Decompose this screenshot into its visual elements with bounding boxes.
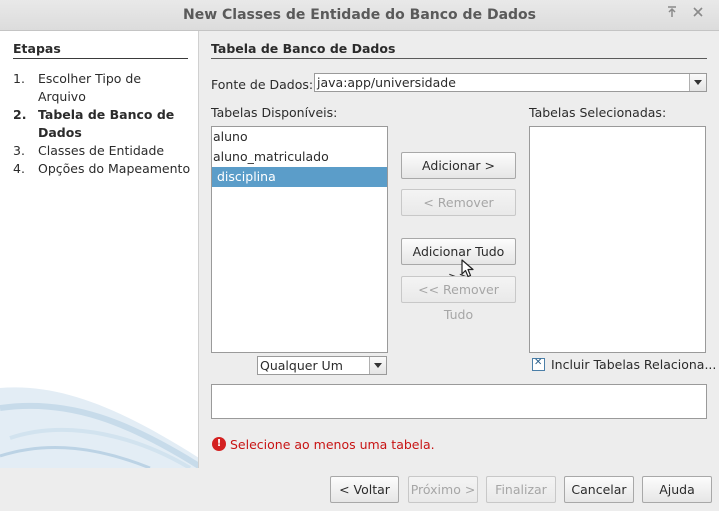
section-title: Tabela de Banco de Dados [211,41,396,56]
pin-icon[interactable] [663,6,681,24]
available-tables-label: Tabelas Disponíveis: [211,105,338,120]
error-icon: ! [212,437,226,451]
step-item-current: 2. Tabela de Banco de Dados [13,106,191,142]
main-panel: Tabela de Banco de Dados Fonte de Dados:… [199,31,719,511]
chevron-down-icon[interactable] [689,74,706,91]
mouse-cursor-icon [461,259,474,278]
window-title: New Classes de Entidade do Banco de Dado… [182,7,536,23]
finish-button[interactable]: Finalizar [486,476,556,503]
step-number: 3. [13,143,25,158]
available-tables-list[interactable]: aluno aluno_matriculado disciplina [211,126,388,353]
steps-list: 1. Escolher Tipo de Arquivo 2. Tabela de B… [13,70,191,178]
step-number: 1. [13,71,25,86]
datasource-value: java:app/universidade [317,75,456,90]
help-button[interactable]: Ajuda [642,476,712,503]
filter-value: Qualquer Um [260,358,343,373]
datasource-label: Fonte de Dados: [211,77,314,92]
step-number: 2. [13,107,27,122]
list-item-selected[interactable]: disciplina [212,167,387,187]
steps-heading: Etapas [13,41,61,56]
decorative-swoosh [0,387,198,468]
remove-all-button[interactable]: << Remover Tudo [401,276,516,322]
selected-tables-list[interactable] [529,126,706,353]
back-button[interactable]: < Voltar [330,476,399,503]
close-icon[interactable] [689,6,707,24]
include-related-checkbox[interactable] [532,357,545,371]
error-message: Selecione ao menos uma tabela. [230,437,435,452]
step-number: 4. [13,161,25,176]
step-label: Escolher Tipo de Arquivo [38,71,142,104]
chevron-down-icon[interactable] [369,357,386,374]
list-item[interactable]: aluno [212,127,387,147]
message-area [211,384,707,419]
section-divider [211,58,707,59]
steps-panel: Etapas 1. Escolher Tipo de Arquivo 2. Tabe… [0,31,199,468]
include-related-label[interactable]: Incluir Tabelas Relaciona... [551,357,716,372]
next-button[interactable]: Próximo > [408,476,478,503]
cancel-button[interactable]: Cancelar [564,476,634,503]
step-label: Classes de Entidade [38,143,165,158]
title-bar: New Classes de Entidade do Banco de Dado… [0,0,719,31]
datasource-combo[interactable]: java:app/universidade [314,73,707,92]
list-item[interactable]: aluno_matriculado [212,147,387,167]
selected-tables-label: Tabelas Selecionadas: [529,105,667,120]
step-label: Opções do Mapeamento [38,161,191,176]
step-label: Tabela de Banco de Dados [38,107,175,140]
add-button[interactable]: Adicionar > [401,152,516,179]
steps-divider [13,58,188,59]
filter-combo[interactable]: Qualquer Um [257,356,387,375]
step-item: 4. Opções do Mapeamento [13,160,191,178]
add-all-button[interactable]: Adicionar Tudo >> [401,238,516,284]
step-item: 3. Classes de Entidade [13,142,191,160]
remove-button[interactable]: < Remover [401,189,516,216]
step-item: 1. Escolher Tipo de Arquivo [13,70,191,106]
